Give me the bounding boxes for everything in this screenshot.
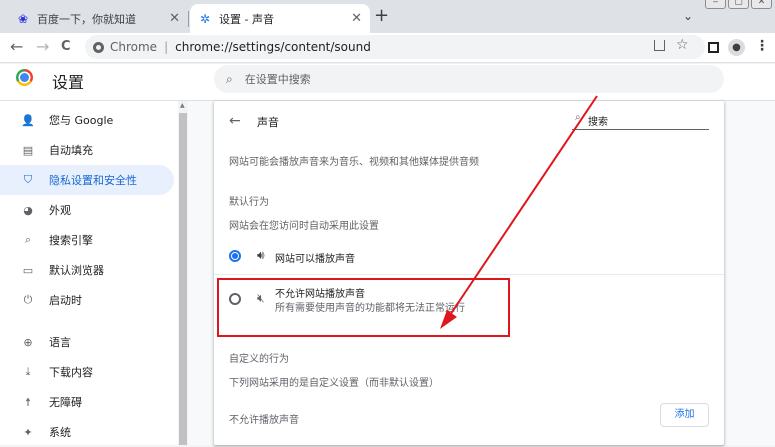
forward-button[interactable]: → bbox=[36, 38, 49, 56]
tab-title: 百度一下，你就知道 bbox=[37, 12, 136, 26]
sidebar-item-shield[interactable]: ⛉ 隐私设置和安全性 bbox=[0, 165, 174, 195]
sidebar-item-label: 自动填充 bbox=[49, 144, 93, 157]
default-behavior-heading: 默认行为 bbox=[229, 197, 269, 208]
scroll-up-arrow-icon[interactable]: ▲ bbox=[180, 102, 185, 109]
sidebar-item-label: 外观 bbox=[49, 204, 71, 217]
custom-behavior-heading: 自定义的行为 bbox=[229, 354, 289, 365]
chrome-logo-icon bbox=[16, 69, 33, 86]
close-icon[interactable]: ✕ bbox=[169, 11, 180, 26]
address-bar[interactable]: Chrome | chrome://settings/content/sound bbox=[85, 35, 705, 59]
speaker-icon: 🔊︎ bbox=[257, 248, 265, 262]
tab-baidu[interactable]: ❀ 百度一下，你就知道 ✕ bbox=[8, 4, 188, 33]
allow-sound-radio[interactable] bbox=[229, 250, 241, 262]
browser-icon: ▭ bbox=[22, 263, 34, 277]
add-site-button[interactable]: 添加 bbox=[660, 403, 709, 427]
subpage-title: 声音 bbox=[257, 116, 279, 129]
blocked-sites-heading: 不允许播放声音 bbox=[229, 415, 299, 426]
tab-separator bbox=[188, 11, 189, 27]
tab-search-icon[interactable]: ⌄ bbox=[683, 9, 693, 23]
sidebar-item-label: 语言 bbox=[49, 336, 71, 349]
bookmark-star-icon[interactable]: ☆ bbox=[676, 37, 689, 53]
sidebar-item-label: 搜索引擎 bbox=[49, 234, 93, 247]
reload-button[interactable]: C bbox=[61, 38, 71, 56]
sidebar-item-label: 启动时 bbox=[49, 294, 82, 307]
sidebar-item-label: 无障碍 bbox=[49, 396, 82, 409]
accessibility-icon: ☨ bbox=[25, 395, 31, 409]
power-icon: ⏻ bbox=[23, 293, 33, 306]
browser-toolbar: ← → C Chrome | chrome://settings/content… bbox=[0, 33, 775, 63]
page-title: 设置 bbox=[52, 73, 85, 92]
menu-kebab-icon[interactable]: ⋮ bbox=[755, 38, 769, 54]
wrench-icon: ✦ bbox=[23, 425, 33, 439]
sidebar-item-power[interactable]: ⏻ 启动时 bbox=[0, 285, 174, 315]
url-separator: | bbox=[164, 40, 169, 54]
annotation-highlight-box bbox=[217, 278, 510, 337]
side-panel-icon[interactable] bbox=[708, 42, 719, 53]
settings-gear-icon: ✲ bbox=[199, 11, 211, 26]
sidebar-scrollbar[interactable]: ▲ bbox=[178, 101, 188, 445]
search-icon: ⌕ bbox=[226, 71, 233, 86]
custom-behavior-subtitle: 下列网站采用的是自定义设置（而非默认设置） bbox=[229, 378, 439, 389]
shield-icon: ⛉ bbox=[23, 173, 33, 186]
close-window-button[interactable]: ✕ bbox=[751, 0, 772, 9]
scrollbar-thumb[interactable] bbox=[179, 113, 187, 445]
sidebar-item-globe[interactable]: ⊕ 语言 bbox=[0, 327, 174, 357]
sidebar-item-download[interactable]: ⤓ 下载内容 bbox=[0, 357, 174, 387]
default-behavior-subtitle: 网站会在您访问时自动采用此设置 bbox=[229, 221, 379, 232]
subpage-search-label: 搜索 bbox=[588, 117, 608, 128]
palette-icon: ◕ bbox=[23, 203, 33, 217]
sound-settings-card: ← 声音 ⌕ 搜索 网站可能会播放声音来为音乐、视频和其他媒体提供音频 默认行为… bbox=[214, 101, 724, 445]
sidebar-item-wrench[interactable]: ✦ 系统 bbox=[0, 417, 174, 447]
tab-settings-sound[interactable]: ✲ 设置 - 声音 ✕ bbox=[190, 4, 370, 33]
settings-header: 设置 ⌕ 在设置中搜索 bbox=[0, 64, 775, 101]
sidebar-item-label: 隐私设置和安全性 bbox=[49, 174, 137, 187]
tab-strip: ❀ 百度一下，你就知道 ✕ ✲ 设置 - 声音 ✕ + ⌄ ‒ ▢ ✕ bbox=[0, 0, 775, 33]
window-controls: ‒ ▢ ✕ bbox=[705, 0, 772, 9]
site-label: Chrome bbox=[110, 40, 158, 54]
back-button[interactable]: ← bbox=[10, 38, 23, 56]
sidebar-item-label: 默认浏览器 bbox=[49, 264, 104, 277]
globe-icon: ⊕ bbox=[23, 335, 33, 349]
allow-sound-label[interactable]: 网站可以播放声音 bbox=[275, 250, 355, 265]
settings-search-input[interactable]: ⌕ 在设置中搜索 bbox=[214, 65, 724, 93]
sidebar-item-label: 下载内容 bbox=[49, 366, 93, 379]
sidebar-item-person[interactable]: 👤 您与 Google bbox=[0, 105, 174, 135]
search-icon: ⌕ bbox=[24, 233, 32, 246]
clipboard-icon: ▤ bbox=[22, 143, 34, 157]
tab-title: 设置 - 声音 bbox=[219, 12, 274, 26]
url-text: chrome://settings/content/sound bbox=[175, 40, 371, 54]
sidebar-item-label: 系统 bbox=[49, 426, 71, 439]
back-arrow-icon[interactable]: ← bbox=[229, 113, 241, 129]
sidebar-item-label: 您与 Google bbox=[49, 114, 114, 127]
sidebar-item-clipboard[interactable]: ▤ 自动填充 bbox=[0, 135, 174, 165]
sidebar-item-browser[interactable]: ▭ 默认浏览器 bbox=[0, 255, 174, 285]
settings-sidebar: 👤 您与 Google ▤ 自动填充 ⛉ 隐私设置和安全性 ◕ 外观 ⌕ 搜索引擎 ▭ 默认浏览器 ⏻ 启… bbox=[0, 101, 178, 445]
divider bbox=[214, 274, 724, 275]
sidebar-item-search[interactable]: ⌕ 搜索引擎 bbox=[0, 225, 174, 255]
search-placeholder: 在设置中搜索 bbox=[244, 73, 311, 86]
chrome-icon bbox=[93, 41, 104, 53]
baidu-paw-icon: ❀ bbox=[17, 11, 29, 26]
download-icon: ⤓ bbox=[25, 365, 31, 378]
share-icon[interactable] bbox=[654, 40, 665, 51]
sidebar-item-palette[interactable]: ◕ 外观 bbox=[0, 195, 174, 225]
search-icon: ⌕ bbox=[575, 112, 581, 123]
profile-avatar-icon[interactable]: ● bbox=[728, 39, 745, 56]
sidebar-item-accessibility[interactable]: ☨ 无障碍 bbox=[0, 387, 174, 417]
page-description: 网站可能会播放声音来为音乐、视频和其他媒体提供音频 bbox=[229, 157, 479, 168]
person-icon: 👤 bbox=[21, 113, 35, 127]
new-tab-button[interactable]: + bbox=[374, 5, 389, 26]
minimize-button[interactable]: ‒ bbox=[705, 0, 726, 9]
close-icon[interactable]: ✕ bbox=[351, 11, 362, 26]
maximize-button[interactable]: ▢ bbox=[728, 0, 749, 9]
subpage-search-input[interactable]: ⌕ 搜索 bbox=[572, 112, 709, 130]
